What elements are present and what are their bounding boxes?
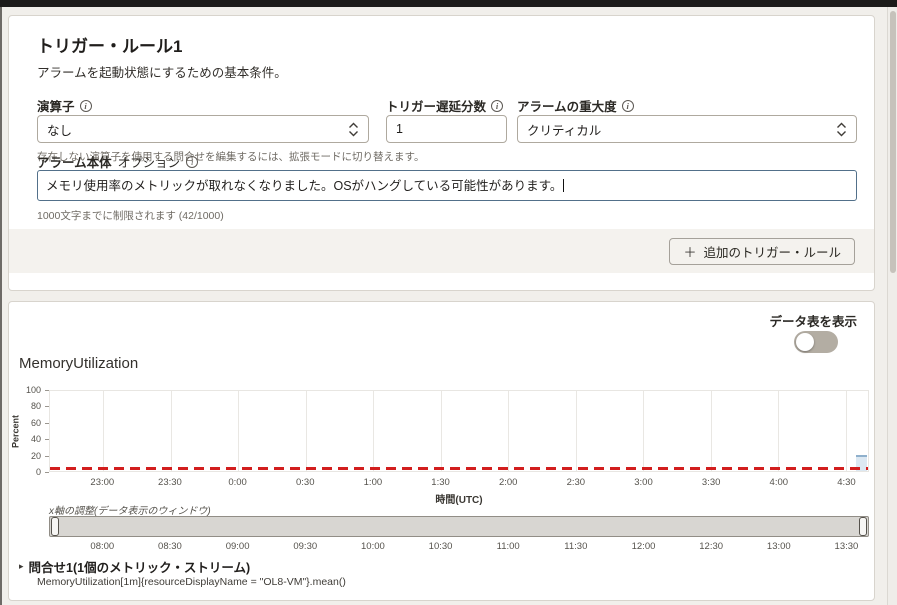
severity-select[interactable]: クリティカル <box>517 115 857 143</box>
toggle-knob <box>796 333 814 351</box>
y-tick-label: 20 <box>31 451 41 461</box>
operator-select[interactable]: なし <box>37 115 369 143</box>
x-tick-label: 4:30 <box>837 477 856 488</box>
chart-gridline <box>846 391 847 471</box>
x-tick-label: 3:30 <box>702 477 721 488</box>
y-tick-label: 0 <box>36 467 41 477</box>
query-expander[interactable]: ▸ 問合せ1(1個のメトリック・ストリーム) <box>19 557 250 576</box>
operator-label: 演算子 i <box>37 96 92 115</box>
x-tick-label: 23:30 <box>158 477 182 488</box>
x-tick-label: 1:30 <box>431 477 450 488</box>
x-tick-label: 4:00 <box>770 477 789 488</box>
alarm-body-textarea[interactable]: メモリ使用率のメトリックが取れなくなりました。OSがハングしている可能性がありま… <box>37 170 857 201</box>
threshold-dashed-line <box>50 467 868 470</box>
x-tick-label: 23:00 <box>90 477 114 488</box>
chart-gridline <box>103 391 104 471</box>
y-axis-ticks: 100806040200 <box>17 390 49 472</box>
trigger-delay-label: トリガー遅延分数 i <box>386 96 503 115</box>
trigger-rule-description: アラームを起動状態にするための基本条件。 <box>37 62 287 81</box>
trigger-delay-input[interactable] <box>386 115 507 143</box>
slider-tick-label: 08:00 <box>90 541 114 552</box>
show-data-table-toggle[interactable] <box>794 331 838 353</box>
left-edge-divider <box>0 7 2 605</box>
x-tick-label: 2:00 <box>499 477 518 488</box>
query-heading-label: 問合せ1(1個のメトリック・ストリーム) <box>29 557 251 576</box>
slider-tick-label: 09:00 <box>226 541 250 552</box>
y-tick-label: 100 <box>26 385 41 395</box>
alarm-body-label: アラーム本体 <box>37 152 112 171</box>
select-updown-chevron-icon <box>836 122 847 137</box>
operator-label-text: 演算子 <box>37 96 75 115</box>
chart-gridline <box>576 391 577 471</box>
metric-chart-card: データ表を表示 MemoryUtilization Percent 100806… <box>8 301 875 601</box>
show-data-table-label: データ表を表示 <box>769 311 857 330</box>
metric-chart-plot <box>49 390 869 472</box>
x-tick-label: 0:00 <box>228 477 247 488</box>
operator-select-value: なし <box>47 120 72 139</box>
y-tick-label: 80 <box>31 401 41 411</box>
severity-select-value: クリティカル <box>527 120 601 139</box>
chart-gridline <box>643 391 644 471</box>
x-tick-label: 1:00 <box>364 477 383 488</box>
vertical-scrollbar[interactable] <box>887 7 897 605</box>
alarm-body-char-limit-text: 1000文字までに制限されます (42/1000) <box>37 208 224 223</box>
chart-gridline <box>441 391 442 471</box>
info-icon[interactable]: i <box>622 100 634 112</box>
trigger-delay-label-text: トリガー遅延分数 <box>386 96 486 115</box>
slider-tick-label: 09:30 <box>293 541 317 552</box>
slider-ticks: 08:00 08:30 09:00 09:30 10:00 10:30 11:00 11:30… <box>9 541 876 553</box>
slider-tick-label: 11:00 <box>497 541 520 552</box>
y-tick-label: 60 <box>31 418 41 428</box>
slider-tick-label: 10:30 <box>429 541 453 552</box>
slider-tick-label: 13:30 <box>835 541 859 552</box>
scrollbar-thumb[interactable] <box>890 11 896 273</box>
slider-tick-label: 12:30 <box>699 541 723 552</box>
chart-gridline <box>711 391 712 471</box>
y-tick-label: 40 <box>31 434 41 444</box>
severity-label-text: アラームの重大度 <box>517 96 617 115</box>
chart-gridline <box>778 391 779 471</box>
slider-tick-label: 12:00 <box>632 541 656 552</box>
severity-label: アラームの重大度 i <box>517 96 634 115</box>
select-updown-chevron-icon <box>348 122 359 137</box>
x-tick-label: 0:30 <box>296 477 315 488</box>
chart-title: MemoryUtilization <box>19 355 138 372</box>
alarm-body-text: メモリ使用率のメトリックが取れなくなりました。OSがハングしている可能性がありま… <box>46 179 562 193</box>
slider-tick-label: 13:00 <box>767 541 791 552</box>
add-trigger-rule-button-label: 追加のトリガー・ルール <box>703 242 841 261</box>
x-axis-range-slider[interactable] <box>49 516 869 537</box>
alarm-body-label-row: アラーム本体 オプション i <box>37 152 198 171</box>
slider-tick-label: 10:00 <box>361 541 385 552</box>
text-cursor <box>563 179 564 192</box>
x-tick-label: 3:00 <box>634 477 653 488</box>
slider-handle-right[interactable] <box>859 517 867 536</box>
slider-tick-label: 08:30 <box>158 541 182 552</box>
chart-gridline <box>171 391 172 471</box>
slider-handle-left[interactable] <box>51 517 59 536</box>
chart-gridline <box>306 391 307 471</box>
info-icon[interactable]: i <box>491 100 503 112</box>
trigger-rule-card: トリガー・ルール1 アラームを起動状態にするための基本条件。 演算子 i トリガ… <box>8 15 875 291</box>
trigger-rule-card-footer: ＋ 追加のトリガー・ルール <box>9 229 874 273</box>
window-top-bar <box>0 0 897 7</box>
trigger-rule-title: トリガー・ルール1 <box>37 32 182 57</box>
info-icon[interactable]: i <box>80 100 92 112</box>
chart-gridline <box>373 391 374 471</box>
y-tick-mark <box>45 472 49 473</box>
chart-gridline <box>238 391 239 471</box>
add-trigger-rule-button[interactable]: ＋ 追加のトリガー・ルール <box>669 238 855 265</box>
x-axis-slider-caption: x軸の調整(データ表示のウィンドウ) <box>49 502 211 517</box>
chart-gridline <box>508 391 509 471</box>
slider-tick-label: 11:30 <box>564 541 587 552</box>
query-expression: MemoryUtilization[1m]{resourceDisplayNam… <box>37 576 346 588</box>
plus-icon: ＋ <box>683 242 696 261</box>
collapsed-caret-icon: ▸ <box>19 561 24 572</box>
x-axis-ticks: 23:00 23:30 0:00 0:30 1:00 1:30 2:00 2:30 3:00 3:… <box>9 477 876 489</box>
alarm-body-optional-tag: オプション <box>118 152 181 171</box>
x-tick-label: 2:30 <box>567 477 586 488</box>
info-icon[interactable]: i <box>186 156 198 168</box>
